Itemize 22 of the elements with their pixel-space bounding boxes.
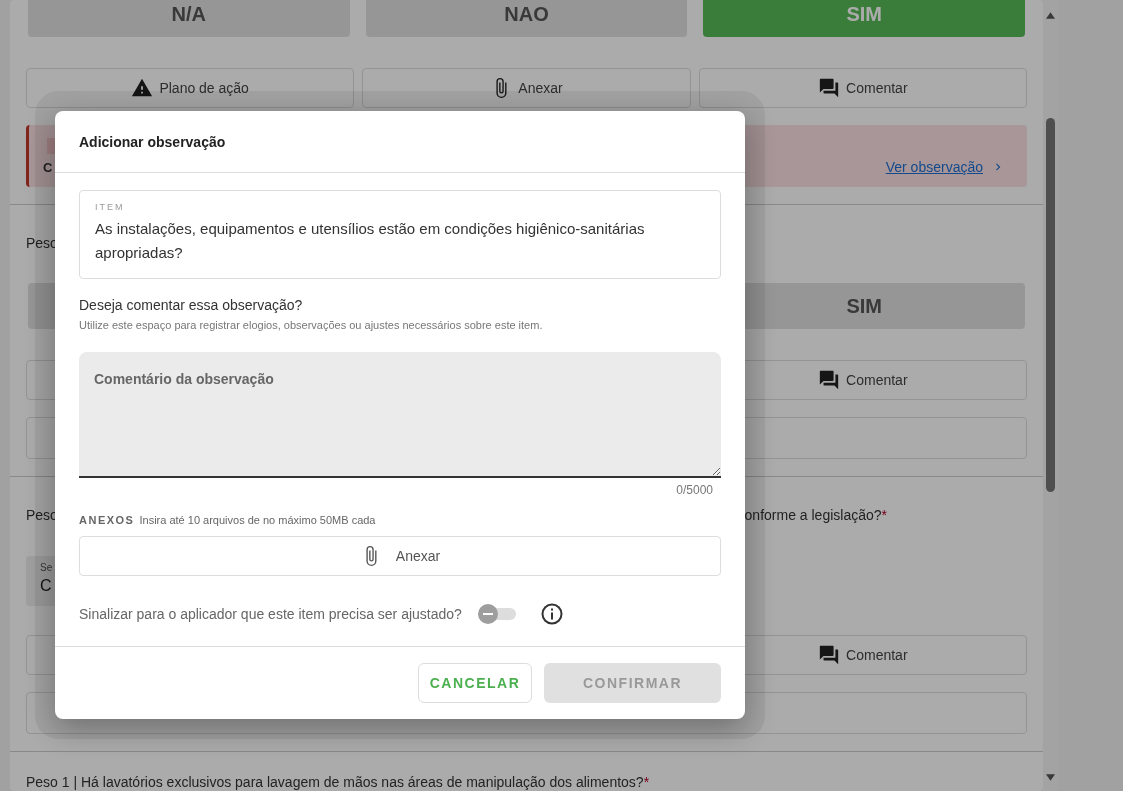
comment-hint: Utilize este espaço para registrar elogios, observações ou ajustes necessários sobre este item. xyxy=(79,319,544,331)
view-observation-link[interactable]: Ver observação xyxy=(885,159,1005,175)
cancel-button[interactable]: CANCELAR xyxy=(418,663,532,703)
attachments-label: ANEXOS xyxy=(79,514,135,526)
attach-button[interactable]: Anexar xyxy=(79,536,721,576)
item-text: As instalações, equipamentos e utensílios estão em condições higiênico-sanitárias apropriadas? xyxy=(95,219,646,263)
answer-button[interactable]: SIM xyxy=(703,0,1025,37)
question-text: onforme a legislação?* xyxy=(744,506,887,525)
flag-label: Sinalizar para o aplicador que este item precisa ser ajustado? xyxy=(79,606,462,622)
action-button[interactable]: Plano de ação xyxy=(26,68,355,108)
attachments-hint: Insira até 10 arquivos de no máximo 50MB cada xyxy=(139,514,376,526)
answer-button[interactable]: N/A xyxy=(28,0,350,37)
dialog-title: Adicionar observação xyxy=(79,133,226,150)
item-label: ITEM xyxy=(95,202,126,212)
comment-field[interactable]: Comentário da observação xyxy=(79,352,721,478)
action-button[interactable]: Comentar xyxy=(698,68,1027,108)
action-button[interactable]: Anexar xyxy=(362,68,691,108)
observation-text: C xyxy=(43,159,54,175)
question-text: Peso 1 | Há lavatórios exclusivos para lavagem de mãos nas áreas de manipulação dos alimentos?* xyxy=(26,773,650,791)
answer-button[interactable]: NAO xyxy=(365,0,688,37)
comment-prompt: Deseja comentar essa observação? xyxy=(79,297,304,313)
character-counter: 0/5000 xyxy=(676,483,713,497)
